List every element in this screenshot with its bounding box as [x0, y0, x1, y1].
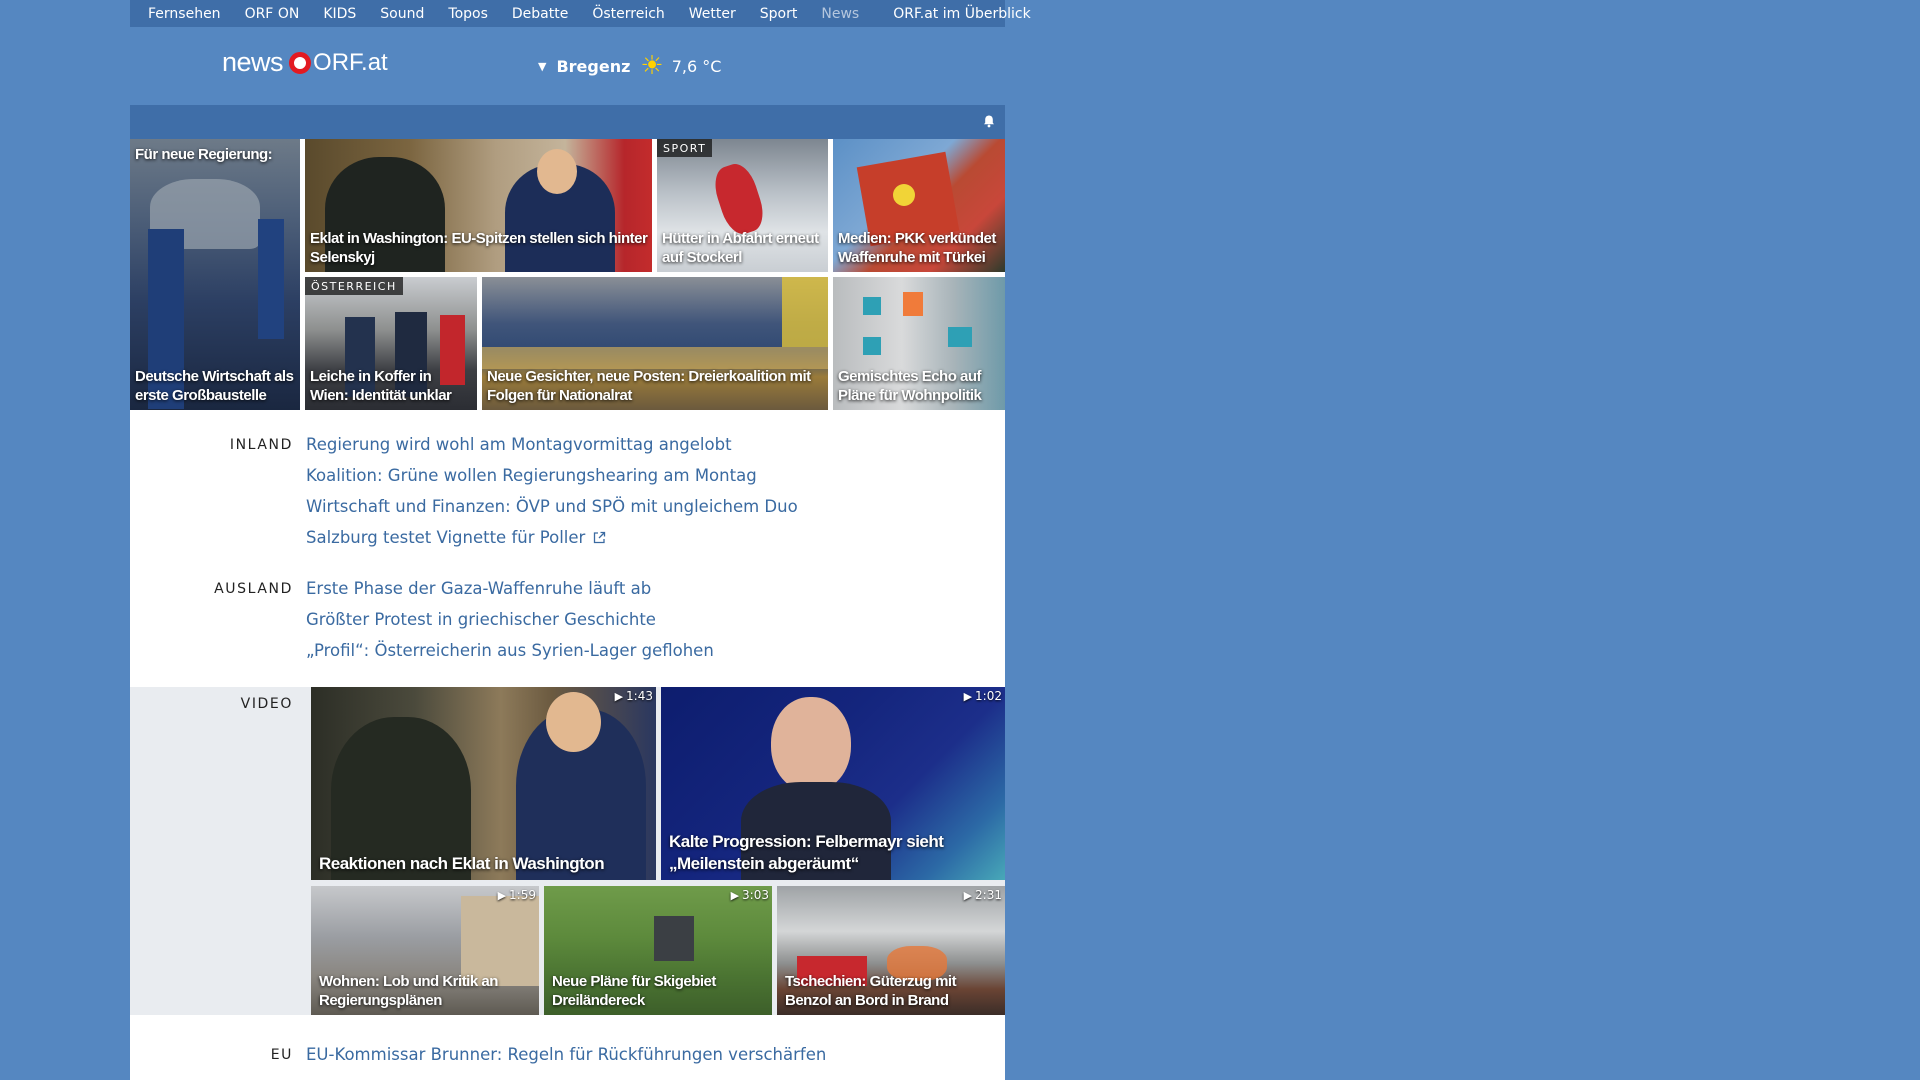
news-tile-pkk[interactable]: Medien: PKK verkündet Waffenruhe mit Tür… — [833, 139, 1005, 272]
news-tile-nationalrat[interactable]: Neue Gesichter, neue Posten: Dreierkoali… — [482, 277, 828, 410]
section-ausland: AUSLAND Erste Phase der Gaza-Waffenruhe … — [130, 579, 1005, 679]
weather-city: Bregenz — [556, 56, 631, 76]
nav-item-news[interactable]: News — [821, 6, 859, 22]
tile-caption: Leiche in Koffer in Wien: Identität unkl… — [310, 368, 452, 404]
tile-caption: Gemischtes Echo auf Pläne für Wohnpoliti… — [838, 368, 982, 404]
nav-item-oesterreich[interactable]: Österreich — [592, 6, 664, 22]
headline-link[interactable]: Regierung wird wohl am Montagvormittag a… — [306, 435, 798, 466]
nav-item-fernsehen[interactable]: Fernsehen — [148, 6, 221, 22]
play-icon: ▶ — [730, 889, 740, 902]
nav-item-topos[interactable]: Topos — [448, 6, 487, 22]
nav-item-sound[interactable]: Sound — [380, 6, 424, 22]
tile-caption: Neue Gesichter, neue Posten: Dreierkoali… — [487, 368, 811, 404]
tile-caption: Medien: PKK verkündet Waffenruhe mit Tür… — [838, 230, 996, 266]
tile-category-tag: SPORT — [657, 139, 713, 157]
video-caption: Wohnen: Lob und Kritik an Regierungsplän… — [319, 973, 498, 1009]
news-tile-leiche-wien[interactable]: ÖSTERREICH Leiche in Koffer in Wien: Ide… — [305, 277, 477, 410]
bell-icon[interactable] — [982, 114, 996, 128]
video-duration: ▶ 2:31 — [964, 888, 1002, 902]
tile-top-caption: Für neue Regierung: — [135, 146, 273, 163]
play-icon: ▶ — [963, 889, 973, 902]
video-duration: ▶ 1:02 — [964, 689, 1002, 703]
news-orf-logo[interactable]: news ORF.at — [222, 47, 388, 78]
video-duration-text: 1:59 — [509, 888, 536, 902]
headline-link[interactable]: Erste Phase der Gaza-Waffenruhe läuft ab — [306, 579, 714, 610]
orf-logo-icon — [289, 51, 312, 74]
video-tile-skigebiet[interactable]: ▶ 3:03 Neue Pläne für Skigebiet Dreilände… — [544, 886, 772, 1015]
video-tile-reaktionen-washington[interactable]: ▶ 1:43 Reaktionen nach Eklat in Washingto… — [311, 687, 656, 880]
main-content: Für neue Regierung: Deutsche Wirtschaft … — [130, 139, 1005, 1080]
news-tile-wohnpolitik[interactable]: Gemischtes Echo auf Pläne für Wohnpoliti… — [833, 277, 1005, 410]
play-icon: ▶ — [497, 889, 507, 902]
video-duration-text: 3:03 — [742, 888, 769, 902]
toolbar-strip — [130, 105, 1005, 139]
tile-caption: Eklat in Washington: EU-Spitzen stellen … — [310, 230, 648, 266]
top-navigation: Fernsehen ORF ON KIDS Sound Topos Debatt… — [130, 0, 1031, 27]
play-icon: ▶ — [614, 690, 624, 703]
nav-item-kids[interactable]: KIDS — [323, 6, 356, 22]
section-video: VIDEO ▶ 1:43 Reaktionen nach Eklat in Was… — [130, 687, 1005, 1015]
video-duration-text: 1:43 — [626, 689, 653, 703]
video-duration-text: 2:31 — [975, 888, 1002, 902]
video-caption: Reaktionen nach Eklat in Washington — [319, 854, 605, 873]
video-tile-kalte-progression[interactable]: ▶ 1:02 Kalte Progression: Felbermayr sieh… — [661, 687, 1005, 880]
nav-item-debatte[interactable]: Debatte — [512, 6, 568, 22]
section-label-eu: EU — [270, 1047, 293, 1063]
logo-news-text: news — [222, 47, 284, 77]
play-icon: ▶ — [963, 690, 973, 703]
headline-link[interactable]: Koalition: Grüne wollen Regierungshearin… — [306, 466, 798, 497]
section-label-inland: INLAND — [229, 437, 293, 453]
logo-orf-text: ORF.at — [313, 48, 388, 76]
headline-link[interactable]: Größter Protest in griechischer Geschich… — [306, 610, 714, 641]
weather-widget[interactable]: ▼ Bregenz ☀ 7,6 °C — [538, 53, 721, 79]
weather-temperature: 7,6 °C — [671, 56, 722, 76]
site-header: news ORF.at ▼ Bregenz ☀ 7,6 °C — [130, 27, 1005, 105]
headline-link[interactable]: Wirtschaft und Finanzen: ÖVP und SPÖ mit… — [306, 497, 798, 528]
triangle-down-icon: ▼ — [538, 59, 547, 73]
video-caption: Tschechien: Güterzug mit Benzol an Bord … — [785, 973, 957, 1009]
news-tile-sport-huetter[interactable]: SPORT Hütter in Abfahrt erneut auf Stock… — [657, 139, 828, 272]
video-duration-text: 1:02 — [975, 689, 1002, 703]
sun-icon: ☀ — [640, 51, 664, 81]
video-caption: Kalte Progression: Felbermayr sieht „Mei… — [669, 832, 944, 873]
nav-item-orf-on[interactable]: ORF ON — [245, 6, 300, 22]
news-tile-wirtschaft[interactable]: Für neue Regierung: Deutsche Wirtschaft … — [130, 139, 300, 410]
section-inland: INLAND Regierung wird wohl am Montagvorm… — [130, 435, 1005, 565]
video-tile-gueterzug[interactable]: ▶ 2:31 Tschechien: Güterzug mit Benzol an… — [777, 886, 1005, 1015]
external-link-icon — [594, 531, 606, 544]
video-duration: ▶ 3:03 — [731, 888, 769, 902]
nav-item-overview[interactable]: ORF.at im Überblick — [893, 6, 1030, 22]
video-caption: Neue Pläne für Skigebiet Dreiländereck — [552, 973, 716, 1009]
tile-category-tag: ÖSTERREICH — [305, 277, 403, 295]
section-label-video: VIDEO — [240, 696, 293, 712]
nav-item-wetter[interactable]: Wetter — [689, 6, 736, 22]
headline-link-external[interactable]: Salzburg testet Vignette für Poller — [306, 528, 798, 559]
section-label-ausland: AUSLAND — [214, 581, 293, 597]
video-duration: ▶ 1:43 — [615, 689, 653, 703]
headline-link-text: Salzburg testet Vignette für Poller — [306, 528, 586, 547]
video-duration: ▶ 1:59 — [498, 888, 536, 902]
tile-caption: Hütter in Abfahrt erneut auf Stockerl — [662, 230, 819, 266]
headline-link[interactable]: EU-Kommissar Brunner: Regeln für Rückfüh… — [306, 1045, 826, 1076]
nav-item-sport[interactable]: Sport — [760, 6, 798, 22]
video-tile-wohnen[interactable]: ▶ 1:59 Wohnen: Lob und Kritik an Regierun… — [311, 886, 539, 1015]
tile-caption: Deutsche Wirtschaft als erste Großbauste… — [135, 368, 294, 404]
headline-link[interactable]: „Profil“: Österreicherin aus Syrien-Lage… — [306, 641, 714, 672]
news-tile-eklat-washington[interactable]: Eklat in Washington: EU-Spitzen stellen … — [305, 139, 652, 272]
section-eu: EU EU-Kommissar Brunner: Regeln für Rück… — [130, 1045, 1005, 1080]
